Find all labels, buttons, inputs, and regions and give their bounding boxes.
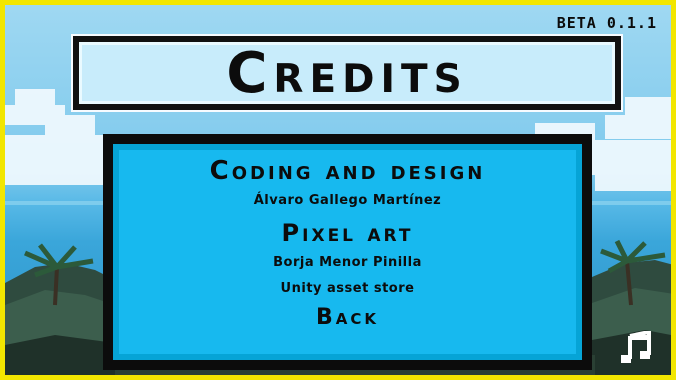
back-button[interactable]: Back: [316, 307, 379, 329]
version-label: BETA 0.1.1: [556, 14, 657, 32]
page-title: Credits: [226, 40, 468, 106]
credit-name: Álvaro Gallego Martínez: [253, 193, 442, 208]
game-screen: BETA 0.1.1 Credits Coding and design Álv…: [0, 0, 676, 380]
credit-name: Borja Menor Pinilla: [273, 255, 422, 270]
credit-name: Unity asset store: [280, 281, 415, 296]
credits-panel: Coding and design Álvaro Gallego Martíne…: [103, 134, 592, 370]
credits-heading-coding: Coding and design: [209, 156, 486, 186]
music-note-icon[interactable]: [619, 331, 653, 365]
title-banner: Credits: [73, 36, 621, 110]
credits-heading-pixel-art: Pixel art: [281, 219, 414, 247]
